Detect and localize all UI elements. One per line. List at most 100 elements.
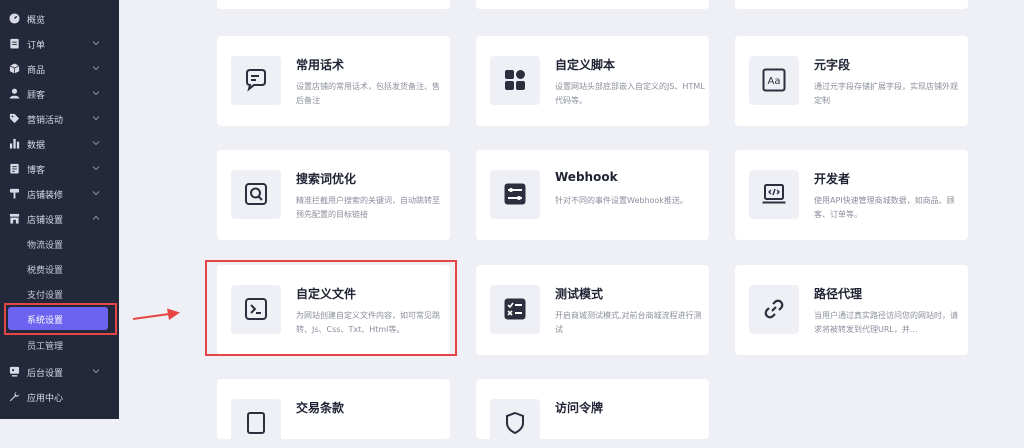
sidebar-item-label: 顾客 (27, 91, 46, 101)
shield-icon (506, 411, 524, 435)
icon-box (231, 56, 281, 105)
box-icon (9, 63, 20, 74)
card-desc: 设置店铺的常用话术，包括发货备注、售后备注 (296, 82, 440, 105)
document-icon (247, 412, 265, 434)
tag-icon (9, 113, 20, 124)
code-laptop-icon (762, 184, 786, 204)
bar-chart-icon (9, 138, 20, 149)
sidebar-item-label: 店铺装修 (27, 191, 64, 201)
checklist-icon (504, 298, 526, 320)
sidebar-item-label: 应用中心 (27, 394, 64, 404)
chevron-up-icon (92, 215, 100, 220)
sidebar-item-label: 数据 (27, 141, 46, 151)
chevron-down-icon (92, 66, 100, 71)
sidebar-item-blog[interactable]: 博客 (0, 156, 119, 181)
card-title: 访问令牌 (555, 401, 604, 415)
sidebar-item-label: 后台设置 (27, 369, 64, 379)
sidebar-item-products[interactable]: 商品 (0, 56, 119, 81)
sidebar-item-label: 概览 (27, 16, 46, 26)
sidebar-subitem-tax[interactable]: 税费设置 (0, 256, 119, 281)
card-desc: 精准拦截用户搜索的关键词，自动跳转至预先配置的目标链接 (296, 196, 440, 219)
card-metafields[interactable]: Aa 元字段 通过元字段存储扩展字段，实现店铺外观定制 (735, 36, 968, 126)
chevron-down-icon (92, 141, 100, 146)
sidebar-subitem-label: 支付设置 (27, 291, 64, 301)
highlight-box-custom-file (205, 260, 457, 356)
card-partial (476, 0, 709, 9)
card-custom-script[interactable]: 自定义脚本 设置网站头部底部嵌入自定义的JS、HTML代码等。 (476, 36, 709, 126)
chat-icon (246, 69, 266, 92)
sidebar-subitem-label: 员工管理 (27, 342, 64, 352)
sidebar-item-store-design[interactable]: 店铺装修 (0, 181, 119, 206)
annotation-arrow (132, 308, 180, 320)
link-icon (764, 299, 784, 319)
sidebar-subitem-shipping[interactable]: 物流设置 (0, 231, 119, 256)
card-title: 搜索词优化 (296, 172, 357, 186)
sidebar-item-label: 订单 (27, 41, 46, 51)
sidebar-item-label: 商品 (27, 66, 46, 76)
sidebar-item-app-center[interactable]: 应用中心 (0, 384, 119, 409)
card-desc: 设置网站头部底部嵌入自定义的JS、HTML代码等。 (555, 82, 705, 105)
chevron-down-icon (92, 91, 100, 96)
card-title: 开发者 (814, 172, 851, 186)
sidebar-item-orders[interactable]: 订单 (0, 31, 119, 56)
card-desc: 使用API快速管理商城数据，如商品、顾客、订单等。 (814, 196, 955, 219)
wrench-icon (9, 391, 20, 402)
card-title: Webhook (555, 170, 618, 184)
sidebar-item-overview[interactable]: 概览 (0, 6, 119, 31)
card-desc: 开启商城测试模式,对前台商城流程进行测试 (555, 311, 702, 334)
clipboard-icon (10, 38, 19, 49)
card-partial (735, 0, 968, 9)
sidebar-subitem-label: 物流设置 (27, 241, 64, 251)
card-access-token[interactable]: 访问令牌 (476, 379, 709, 448)
sidebar-item-customers[interactable]: 顾客 (0, 81, 119, 106)
icon-box: Aa (749, 56, 799, 105)
sidebar-item-label: 营销活动 (27, 116, 64, 126)
chevron-down-icon (92, 116, 100, 121)
search-icon (245, 183, 267, 205)
card-test-mode[interactable]: 测试模式 开启商城测试模式,对前台商城流程进行测试 (476, 265, 709, 355)
font-icon: Aa (762, 68, 786, 92)
icon-box (490, 56, 540, 105)
card-title: 测试模式 (555, 287, 604, 301)
chevron-down-icon (92, 191, 100, 196)
icon-box (749, 170, 799, 219)
card-desc: 当用户通过真实路径访问您的网站时，请求将被转发到代理URL，并... (814, 311, 958, 334)
brush-icon (9, 188, 20, 199)
svg-text:Aa: Aa (768, 76, 781, 87)
sidebar-item-admin-settings[interactable]: 后台设置 (0, 359, 119, 384)
card-webhook[interactable]: Webhook 针对不同的事件设置Webhook推送。 (476, 150, 709, 240)
speedometer-icon (9, 13, 20, 24)
sidebar-subitem-staff[interactable]: 员工管理 (0, 332, 119, 357)
card-path-proxy[interactable]: 路径代理 当用户通过真实路径访问您的网站时，请求将被转发到代理URL，并... (735, 265, 968, 355)
card-search-optimization[interactable]: 搜索词优化 精准拦截用户搜索的关键词，自动跳转至预先配置的目标链接 (217, 150, 450, 240)
chevron-down-icon (92, 41, 100, 46)
sidebar-item-marketing[interactable]: 营销活动 (0, 106, 119, 131)
monitor-icon (9, 366, 20, 377)
document-icon (10, 163, 19, 174)
sidebar-item-data[interactable]: 数据 (0, 131, 119, 156)
store-icon (9, 213, 20, 224)
icon-box (231, 399, 281, 448)
icon-box (490, 285, 540, 334)
card-title: 自定义脚本 (555, 58, 616, 72)
sidebar-item-label: 博客 (27, 166, 46, 176)
sidebar-item-store-settings[interactable]: 店铺设置 (0, 206, 119, 231)
card-title: 常用话术 (296, 58, 345, 72)
user-icon (9, 88, 20, 99)
card-common-phrases[interactable]: 常用话术 设置店铺的常用话术，包括发货备注、售后备注 (217, 36, 450, 126)
chevron-down-icon (92, 166, 100, 171)
highlight-box-system-settings (4, 303, 117, 335)
icon-box (231, 170, 281, 219)
sidebar-subitem-label: 税费设置 (27, 266, 64, 276)
card-title: 路径代理 (814, 287, 863, 301)
card-developer[interactable]: 开发者 使用API快速管理商城数据，如商品、顾客、订单等。 (735, 150, 968, 240)
card-desc: 通过元字段存储扩展字段，实现店铺外观定制 (814, 82, 958, 105)
sidebar: 概览 订单 商品 顾客 营销活动 数据 博客 店铺装修 店铺设置 物流设置 税费… (0, 0, 119, 419)
grid-icon (505, 70, 525, 90)
sliders-icon (504, 183, 526, 205)
sidebar-item-label: 店铺设置 (27, 216, 64, 226)
card-desc: 针对不同的事件设置Webhook推送。 (555, 196, 688, 205)
card-partial (217, 0, 450, 9)
card-title: 交易条款 (296, 401, 345, 415)
card-trade-terms[interactable]: 交易条款 (217, 379, 450, 448)
